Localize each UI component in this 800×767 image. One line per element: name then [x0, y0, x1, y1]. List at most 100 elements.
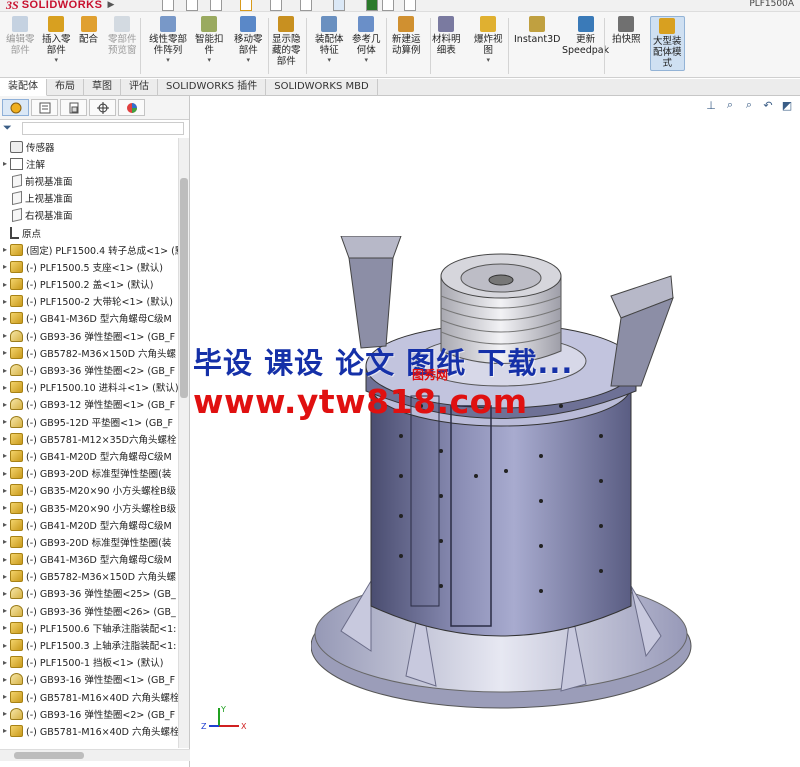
- tree-item[interactable]: ▸ (-) GB93-12 弹性垫圈<1> (GB_F: [0, 396, 178, 413]
- tree-item[interactable]: ▸ (固定) PLF1500.4 转子总成<1> (默: [0, 241, 178, 258]
- feature-tree-tab-icon[interactable]: [2, 99, 29, 116]
- zoom-to-area-icon[interactable]: ⌕: [742, 98, 756, 112]
- expand-arrow-icon[interactable]: ▸: [0, 520, 10, 529]
- tree-item[interactable]: ▸ (-) PLF1500-1 挡板<1> (默认): [0, 654, 178, 671]
- ribbon-tool-6[interactable]: 智能扣件 ▾: [195, 16, 224, 64]
- tree-item[interactable]: ▸ (-) PLF1500-2 大带轮<1> (默认): [0, 293, 178, 310]
- tree-item[interactable]: ▸ 注解: [0, 155, 178, 172]
- new-document-icon[interactable]: [186, 0, 198, 11]
- ribbon-tool-17[interactable]: 大型装 配体模式: [650, 16, 685, 71]
- tree-item[interactable]: 传感器: [0, 138, 178, 155]
- configuration-manager-tab-icon[interactable]: [60, 99, 87, 116]
- tree-item[interactable]: 右视基准面: [0, 207, 178, 224]
- ribbon-tool-16[interactable]: 拍快照: [612, 16, 641, 45]
- dropdown-arrow-icon[interactable]: ▾: [166, 56, 170, 64]
- expand-arrow-icon[interactable]: ▸: [0, 726, 10, 735]
- expand-arrow-icon[interactable]: ▸: [0, 434, 10, 443]
- expand-arrow-icon[interactable]: ▸: [0, 383, 10, 392]
- ribbon-tool-13[interactable]: 爆炸视图 ▾: [474, 16, 503, 64]
- tab-4[interactable]: 评估: [121, 79, 158, 96]
- expand-arrow-icon[interactable]: ▸: [0, 537, 10, 546]
- expand-arrow-icon[interactable]: ▸: [0, 280, 10, 289]
- expand-arrow-icon[interactable]: ▸: [0, 641, 10, 650]
- crusher-assembly-model[interactable]: [311, 236, 711, 716]
- filter-input[interactable]: [22, 122, 184, 135]
- expand-arrow-icon[interactable]: ▸: [0, 366, 10, 375]
- tree-item[interactable]: ▸ (-) GB41-M20D 型六角螺母C级M: [0, 447, 178, 464]
- tree-item[interactable]: ▸ (-) GB5781-M16×40D 六角头螺栓: [0, 688, 178, 705]
- tree-item[interactable]: ▸ (-) GB93-20D 标准型弹性垫圈(装: [0, 533, 178, 550]
- tree-item[interactable]: ▸ (-) GB41-M36D 型六角螺母C级M: [0, 551, 178, 568]
- ribbon-tool-1[interactable]: 编辑零 部件: [6, 16, 35, 56]
- file-properties-icon[interactable]: [382, 0, 394, 11]
- tree-item[interactable]: ▸ (-) GB5781-M16×40D 六角头螺栓: [0, 722, 178, 739]
- tab-6[interactable]: SOLIDWORKS MBD: [266, 79, 378, 96]
- expand-arrow-icon[interactable]: ▸: [0, 331, 10, 340]
- tree-item[interactable]: ▸ (-) GB93-36 弹性垫圈<25> (GB_: [0, 585, 178, 602]
- tree-item[interactable]: ▸ (-) GB93-16 弹性垫圈<2> (GB_F: [0, 705, 178, 722]
- tree-item[interactable]: ▸ (-) GB93-36 弹性垫圈<2> (GB_F: [0, 361, 178, 378]
- graphics-area[interactable]: ⊥ ⌕ ⌕ ↶ ◩ Z X Y: [191, 96, 800, 767]
- previous-view-icon[interactable]: ↶: [761, 98, 775, 112]
- tree-item[interactable]: ▸ (-) GB93-20D 标准型弹性垫圈(装: [0, 465, 178, 482]
- tree-item[interactable]: 上视基准面: [0, 190, 178, 207]
- expand-arrow-icon[interactable]: ▸: [0, 486, 10, 495]
- tab-3[interactable]: 草图: [84, 79, 121, 96]
- select-icon[interactable]: [333, 0, 345, 11]
- tab-2[interactable]: 布局: [47, 79, 84, 96]
- ribbon-tool-15[interactable]: 更新 Speedpak: [562, 16, 609, 56]
- expand-arrow-icon[interactable]: ▸: [0, 262, 10, 271]
- tree-item[interactable]: ▸ (-) GB5781-M12×35D六角头螺栓: [0, 430, 178, 447]
- vertical-scroll-thumb[interactable]: [180, 178, 188, 398]
- tree-item[interactable]: ▸ (-) GB5782-M36×150D 六角头螺: [0, 344, 178, 361]
- tree-item[interactable]: ▸ (-) GB5782-M36×150D 六角头螺: [0, 568, 178, 585]
- tree-horizontal-scrollbar[interactable]: [0, 749, 190, 761]
- ribbon-tool-5[interactable]: 线性零部 件阵列 ▾: [149, 16, 187, 64]
- ribbon-tool-3[interactable]: 配合: [79, 16, 98, 45]
- expand-arrow-icon[interactable]: ▸: [0, 348, 10, 357]
- open-icon[interactable]: [210, 0, 222, 11]
- ribbon-tool-10[interactable]: 参考几 何体 ▾: [352, 16, 381, 64]
- expand-arrow-icon[interactable]: ▸: [0, 314, 10, 323]
- filter-icon[interactable]: ⏷: [3, 121, 12, 135]
- expand-arrow-icon[interactable]: ▸: [0, 623, 10, 632]
- view-orientation-icon[interactable]: ⊥: [704, 98, 718, 112]
- tree-item[interactable]: ▸ (-) PLF1500.5 支座<1> (默认): [0, 258, 178, 275]
- ribbon-tool-8[interactable]: 显示隐 藏的零 部件: [272, 16, 301, 67]
- dimxpert-tab-icon[interactable]: [89, 99, 116, 116]
- solidworks-logo[interactable]: 3S SOLIDWORKS ▶: [6, 0, 114, 12]
- expand-arrow-icon[interactable]: ▸: [0, 469, 10, 478]
- tree-item[interactable]: ▸ (-) PLF1500.6 下轴承注脂装配<1:: [0, 619, 178, 636]
- expand-arrow-icon[interactable]: ▸: [0, 159, 10, 168]
- ribbon-tool-9[interactable]: 装配体 特征 ▾: [315, 16, 344, 64]
- expand-arrow-icon[interactable]: ▸: [0, 451, 10, 460]
- menu-arrow-icon[interactable]: ▶: [107, 0, 114, 10]
- tab-1[interactable]: 装配体: [0, 79, 47, 96]
- save-icon[interactable]: [240, 0, 252, 11]
- tree-item[interactable]: ▸ (-) GB93-36 弹性垫圈<1> (GB_F: [0, 327, 178, 344]
- tree-item[interactable]: ▸ (-) GB41-M20D 型六角螺母C级M: [0, 516, 178, 533]
- tree-item[interactable]: 原点: [0, 224, 178, 241]
- print-icon[interactable]: [270, 0, 282, 11]
- expand-arrow-icon[interactable]: ▸: [0, 297, 10, 306]
- undo-icon[interactable]: [300, 0, 312, 11]
- tree-item[interactable]: ▸ (-) PLF1500.2 盖<1> (默认): [0, 276, 178, 293]
- property-manager-tab-icon[interactable]: [31, 99, 58, 116]
- tree-item[interactable]: ▸ (-) PLF1500.10 进料斗<1> (默认): [0, 379, 178, 396]
- dropdown-arrow-icon[interactable]: ▾: [55, 56, 59, 64]
- ribbon-tool-11[interactable]: 新建运 动算例: [392, 16, 421, 56]
- tab-5[interactable]: SOLIDWORKS 插件: [158, 79, 267, 96]
- expand-arrow-icon[interactable]: ▸: [0, 417, 10, 426]
- ribbon-tool-12[interactable]: 材料明 细表: [432, 16, 461, 56]
- rebuild-icon[interactable]: [366, 0, 378, 11]
- expand-arrow-icon[interactable]: ▸: [0, 709, 10, 718]
- tree-item[interactable]: ▸ (-) GB35-M20×90 小方头螺栓B级: [0, 499, 178, 516]
- tree-item[interactable]: 前视基准面: [0, 172, 178, 189]
- expand-arrow-icon[interactable]: ▸: [0, 692, 10, 701]
- expand-arrow-icon[interactable]: ▸: [0, 589, 10, 598]
- expand-arrow-icon[interactable]: ▸: [0, 555, 10, 564]
- expand-arrow-icon[interactable]: ▸: [0, 572, 10, 581]
- home-icon[interactable]: [162, 0, 174, 11]
- ribbon-tool-4[interactable]: 零部件 预览窗: [108, 16, 137, 56]
- expand-arrow-icon[interactable]: ▸: [0, 606, 10, 615]
